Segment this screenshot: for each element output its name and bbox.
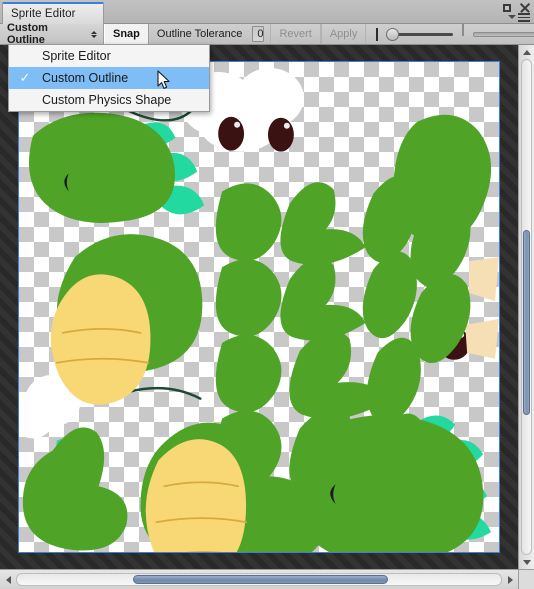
alpha-slider[interactable]	[469, 24, 534, 44]
outline-tolerance-value: 0	[257, 28, 264, 40]
snap-label: Snap	[113, 28, 140, 40]
menu-item-sprite-editor[interactable]: Sprite Editor	[9, 45, 209, 67]
outline-tolerance-input[interactable]: 0	[252, 26, 265, 42]
vertical-scrollbar[interactable]	[518, 45, 534, 569]
zoom-slider[interactable]	[385, 24, 457, 44]
mode-dropdown-menu: Sprite Editor ✓ Custom Outline Custom Ph…	[8, 44, 210, 112]
horizontal-scroll-thumb[interactable]	[133, 575, 388, 584]
menu-item-label: Custom Physics Shape	[42, 93, 172, 107]
menu-item-label: Sprite Editor	[42, 49, 111, 63]
triangle-down-icon[interactable]	[519, 555, 534, 569]
mode-dropdown[interactable]: Custom Outline	[0, 22, 104, 46]
apply-button[interactable]: Apply	[320, 24, 367, 44]
snap-button[interactable]: Snap	[104, 24, 149, 44]
horizontal-scrollbar[interactable]	[0, 569, 518, 589]
tab-sprite-editor[interactable]: Sprite Editor	[2, 2, 104, 24]
updown-arrows-icon	[91, 30, 97, 38]
triangle-right-icon[interactable]	[502, 570, 518, 589]
sprite-editor-window: Sprite Editor Custom Outline Snap Outlin…	[0, 0, 534, 589]
vertical-scroll-trough[interactable]	[521, 59, 532, 555]
canvas-viewport[interactable]	[0, 45, 518, 569]
alpha-checker-icon[interactable]	[462, 24, 465, 36]
options-menu-icon[interactable]	[508, 13, 530, 22]
sprite-artwork	[19, 67, 499, 552]
zoom-slider-handle[interactable]	[386, 27, 400, 41]
sprite-editor-toolbar: Custom Outline Snap Outline Tolerance 0 …	[0, 22, 534, 46]
check-icon: ✓	[19, 70, 31, 85]
menu-item-custom-outline[interactable]: ✓ Custom Outline	[9, 67, 209, 89]
menu-item-custom-physics-shape[interactable]: Custom Physics Shape	[9, 89, 209, 111]
tab-label: Sprite Editor	[11, 8, 76, 20]
scrollbar-corner	[518, 569, 534, 589]
triangle-left-icon[interactable]	[0, 570, 16, 589]
sprite-sheet-canvas[interactable]	[18, 61, 500, 553]
rgb-channels-icon[interactable]	[376, 27, 379, 41]
horizontal-scroll-trough[interactable]	[16, 573, 502, 586]
mode-dropdown-label: Custom Outline	[7, 22, 48, 46]
outline-tolerance-label: Outline Tolerance	[156, 28, 243, 40]
menu-item-label: Custom Outline	[42, 71, 129, 85]
revert-button[interactable]: Revert	[270, 24, 321, 44]
window-tab-bar: Sprite Editor	[0, 0, 534, 24]
triangle-up-icon[interactable]	[519, 45, 534, 59]
vertical-scroll-thumb[interactable]	[523, 230, 530, 415]
